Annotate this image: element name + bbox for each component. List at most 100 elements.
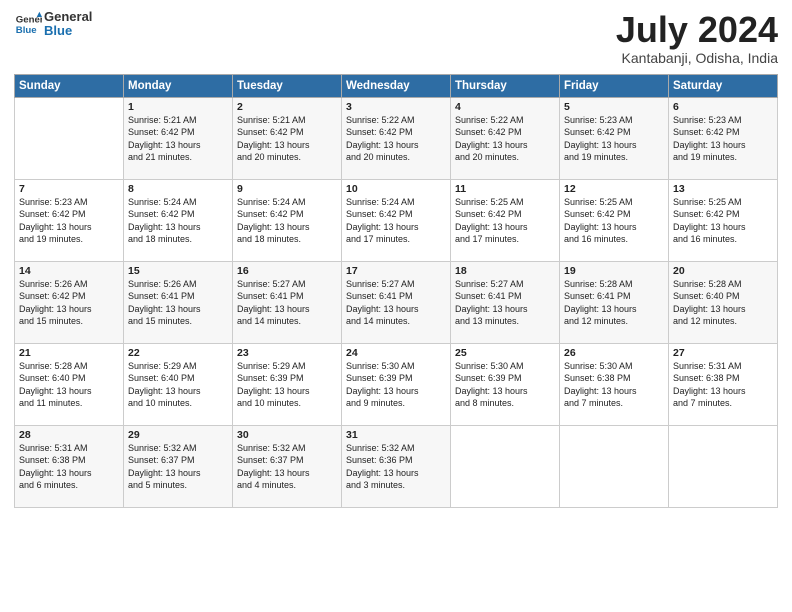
calendar-cell: 15Sunrise: 5:26 AM Sunset: 6:41 PM Dayli… [124,261,233,343]
calendar-cell: 9Sunrise: 5:24 AM Sunset: 6:42 PM Daylig… [233,179,342,261]
day-number: 18 [455,265,555,277]
calendar-header-row: SundayMondayTuesdayWednesdayThursdayFrid… [15,74,778,97]
header-tuesday: Tuesday [233,74,342,97]
logo: General Blue General Blue [14,10,92,39]
day-number: 6 [673,101,773,113]
header-wednesday: Wednesday [342,74,451,97]
calendar-cell: 23Sunrise: 5:29 AM Sunset: 6:39 PM Dayli… [233,343,342,425]
calendar-week-row: 28Sunrise: 5:31 AM Sunset: 6:38 PM Dayli… [15,425,778,507]
calendar-cell: 11Sunrise: 5:25 AM Sunset: 6:42 PM Dayli… [451,179,560,261]
day-number: 9 [237,183,337,195]
calendar-cell: 3Sunrise: 5:22 AM Sunset: 6:42 PM Daylig… [342,97,451,179]
calendar-cell: 17Sunrise: 5:27 AM Sunset: 6:41 PM Dayli… [342,261,451,343]
logo-general-text: General [44,10,92,24]
day-info: Sunrise: 5:28 AM Sunset: 6:40 PM Dayligh… [19,360,119,410]
calendar-table: SundayMondayTuesdayWednesdayThursdayFrid… [14,74,778,508]
day-info: Sunrise: 5:28 AM Sunset: 6:40 PM Dayligh… [673,278,773,328]
calendar-cell [669,425,778,507]
day-number: 30 [237,429,337,441]
page-header: General Blue General Blue July 2024 Kant… [14,10,778,66]
calendar-cell: 10Sunrise: 5:24 AM Sunset: 6:42 PM Dayli… [342,179,451,261]
calendar-cell: 18Sunrise: 5:27 AM Sunset: 6:41 PM Dayli… [451,261,560,343]
day-info: Sunrise: 5:24 AM Sunset: 6:42 PM Dayligh… [237,196,337,246]
header-monday: Monday [124,74,233,97]
month-title: July 2024 [616,10,778,50]
calendar-cell: 16Sunrise: 5:27 AM Sunset: 6:41 PM Dayli… [233,261,342,343]
day-number: 25 [455,347,555,359]
header-thursday: Thursday [451,74,560,97]
day-info: Sunrise: 5:22 AM Sunset: 6:42 PM Dayligh… [455,114,555,164]
day-number: 31 [346,429,446,441]
title-block: July 2024 Kantabanji, Odisha, India [616,10,778,66]
calendar-week-row: 14Sunrise: 5:26 AM Sunset: 6:42 PM Dayli… [15,261,778,343]
day-number: 8 [128,183,228,195]
day-info: Sunrise: 5:21 AM Sunset: 6:42 PM Dayligh… [237,114,337,164]
calendar-cell: 29Sunrise: 5:32 AM Sunset: 6:37 PM Dayli… [124,425,233,507]
calendar-cell: 31Sunrise: 5:32 AM Sunset: 6:36 PM Dayli… [342,425,451,507]
day-info: Sunrise: 5:24 AM Sunset: 6:42 PM Dayligh… [346,196,446,246]
day-info: Sunrise: 5:23 AM Sunset: 6:42 PM Dayligh… [673,114,773,164]
day-info: Sunrise: 5:26 AM Sunset: 6:42 PM Dayligh… [19,278,119,328]
day-info: Sunrise: 5:30 AM Sunset: 6:39 PM Dayligh… [346,360,446,410]
calendar-cell: 8Sunrise: 5:24 AM Sunset: 6:42 PM Daylig… [124,179,233,261]
calendar-cell: 12Sunrise: 5:25 AM Sunset: 6:42 PM Dayli… [560,179,669,261]
day-info: Sunrise: 5:32 AM Sunset: 6:37 PM Dayligh… [128,442,228,492]
day-number: 22 [128,347,228,359]
day-number: 11 [455,183,555,195]
calendar-cell: 2Sunrise: 5:21 AM Sunset: 6:42 PM Daylig… [233,97,342,179]
day-info: Sunrise: 5:25 AM Sunset: 6:42 PM Dayligh… [673,196,773,246]
svg-text:Blue: Blue [16,25,37,36]
day-info: Sunrise: 5:24 AM Sunset: 6:42 PM Dayligh… [128,196,228,246]
calendar-cell: 19Sunrise: 5:28 AM Sunset: 6:41 PM Dayli… [560,261,669,343]
calendar-cell: 6Sunrise: 5:23 AM Sunset: 6:42 PM Daylig… [669,97,778,179]
day-info: Sunrise: 5:32 AM Sunset: 6:37 PM Dayligh… [237,442,337,492]
day-info: Sunrise: 5:23 AM Sunset: 6:42 PM Dayligh… [564,114,664,164]
calendar-cell [451,425,560,507]
day-number: 27 [673,347,773,359]
day-number: 28 [19,429,119,441]
calendar-cell: 1Sunrise: 5:21 AM Sunset: 6:42 PM Daylig… [124,97,233,179]
day-number: 24 [346,347,446,359]
calendar-cell: 4Sunrise: 5:22 AM Sunset: 6:42 PM Daylig… [451,97,560,179]
day-number: 3 [346,101,446,113]
day-info: Sunrise: 5:27 AM Sunset: 6:41 PM Dayligh… [237,278,337,328]
day-info: Sunrise: 5:23 AM Sunset: 6:42 PM Dayligh… [19,196,119,246]
day-number: 15 [128,265,228,277]
day-number: 12 [564,183,664,195]
day-number: 20 [673,265,773,277]
day-number: 17 [346,265,446,277]
calendar-cell: 7Sunrise: 5:23 AM Sunset: 6:42 PM Daylig… [15,179,124,261]
calendar-cell: 26Sunrise: 5:30 AM Sunset: 6:38 PM Dayli… [560,343,669,425]
day-info: Sunrise: 5:27 AM Sunset: 6:41 PM Dayligh… [455,278,555,328]
day-info: Sunrise: 5:25 AM Sunset: 6:42 PM Dayligh… [564,196,664,246]
calendar-cell: 5Sunrise: 5:23 AM Sunset: 6:42 PM Daylig… [560,97,669,179]
calendar-cell: 30Sunrise: 5:32 AM Sunset: 6:37 PM Dayli… [233,425,342,507]
header-saturday: Saturday [669,74,778,97]
calendar-cell: 28Sunrise: 5:31 AM Sunset: 6:38 PM Dayli… [15,425,124,507]
day-number: 23 [237,347,337,359]
day-info: Sunrise: 5:31 AM Sunset: 6:38 PM Dayligh… [673,360,773,410]
calendar-cell: 24Sunrise: 5:30 AM Sunset: 6:39 PM Dayli… [342,343,451,425]
day-info: Sunrise: 5:26 AM Sunset: 6:41 PM Dayligh… [128,278,228,328]
calendar-cell: 20Sunrise: 5:28 AM Sunset: 6:40 PM Dayli… [669,261,778,343]
day-number: 14 [19,265,119,277]
calendar-cell [560,425,669,507]
day-info: Sunrise: 5:30 AM Sunset: 6:39 PM Dayligh… [455,360,555,410]
day-number: 21 [19,347,119,359]
calendar-cell [15,97,124,179]
calendar-cell: 13Sunrise: 5:25 AM Sunset: 6:42 PM Dayli… [669,179,778,261]
day-number: 16 [237,265,337,277]
day-info: Sunrise: 5:27 AM Sunset: 6:41 PM Dayligh… [346,278,446,328]
day-info: Sunrise: 5:22 AM Sunset: 6:42 PM Dayligh… [346,114,446,164]
day-info: Sunrise: 5:29 AM Sunset: 6:39 PM Dayligh… [237,360,337,410]
header-sunday: Sunday [15,74,124,97]
day-info: Sunrise: 5:31 AM Sunset: 6:38 PM Dayligh… [19,442,119,492]
logo-blue-text: Blue [44,24,92,38]
calendar-cell: 25Sunrise: 5:30 AM Sunset: 6:39 PM Dayli… [451,343,560,425]
calendar-week-row: 7Sunrise: 5:23 AM Sunset: 6:42 PM Daylig… [15,179,778,261]
day-info: Sunrise: 5:21 AM Sunset: 6:42 PM Dayligh… [128,114,228,164]
calendar-cell: 21Sunrise: 5:28 AM Sunset: 6:40 PM Dayli… [15,343,124,425]
day-info: Sunrise: 5:32 AM Sunset: 6:36 PM Dayligh… [346,442,446,492]
day-number: 7 [19,183,119,195]
calendar-week-row: 21Sunrise: 5:28 AM Sunset: 6:40 PM Dayli… [15,343,778,425]
